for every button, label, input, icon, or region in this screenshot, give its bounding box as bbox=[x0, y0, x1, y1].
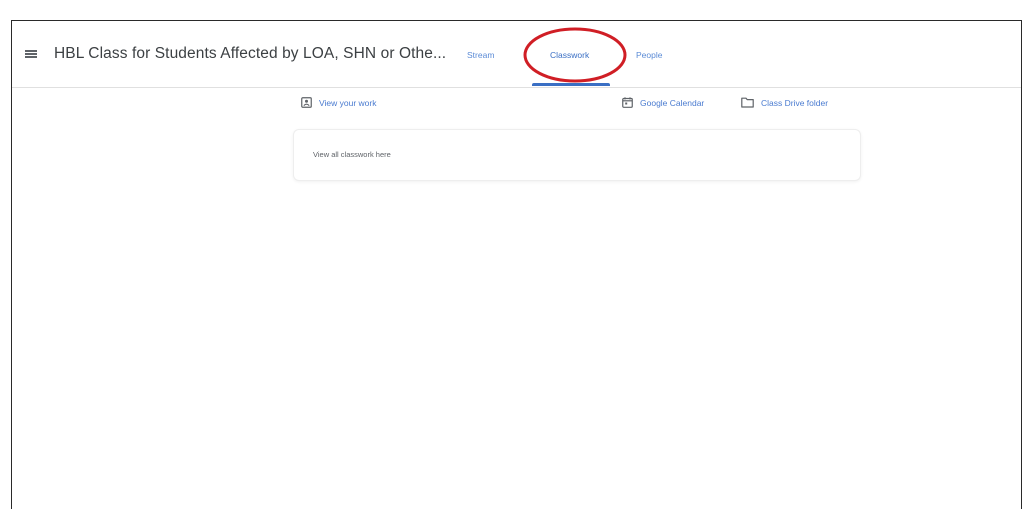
active-tab-indicator bbox=[532, 83, 610, 86]
app-window: HBL Class for Students Affected by LOA, … bbox=[11, 20, 1022, 509]
menu-icon[interactable] bbox=[25, 50, 37, 58]
class-drive-folder-link[interactable]: Class Drive folder bbox=[741, 97, 828, 108]
tab-stream[interactable]: Stream bbox=[467, 50, 494, 60]
top-app-bar: HBL Class for Students Affected by LOA, … bbox=[12, 21, 1021, 88]
tab-people[interactable]: People bbox=[636, 50, 662, 60]
google-calendar-link[interactable]: Google Calendar bbox=[622, 97, 704, 108]
class-drive-folder-label: Class Drive folder bbox=[761, 97, 829, 108]
class-title[interactable]: HBL Class for Students Affected by LOA, … bbox=[54, 45, 446, 63]
tab-classwork[interactable]: Classwork bbox=[550, 50, 589, 60]
calendar-icon bbox=[622, 97, 633, 108]
classwork-card[interactable]: View all classwork here bbox=[293, 129, 861, 181]
card-text: View all classwork here bbox=[313, 150, 391, 159]
folder-icon bbox=[741, 97, 754, 108]
view-your-work-link[interactable]: View your work bbox=[301, 97, 376, 108]
view-your-work-label: View your work bbox=[319, 97, 377, 108]
google-calendar-label: Google Calendar bbox=[640, 97, 705, 108]
assignment-person-icon bbox=[301, 97, 312, 108]
